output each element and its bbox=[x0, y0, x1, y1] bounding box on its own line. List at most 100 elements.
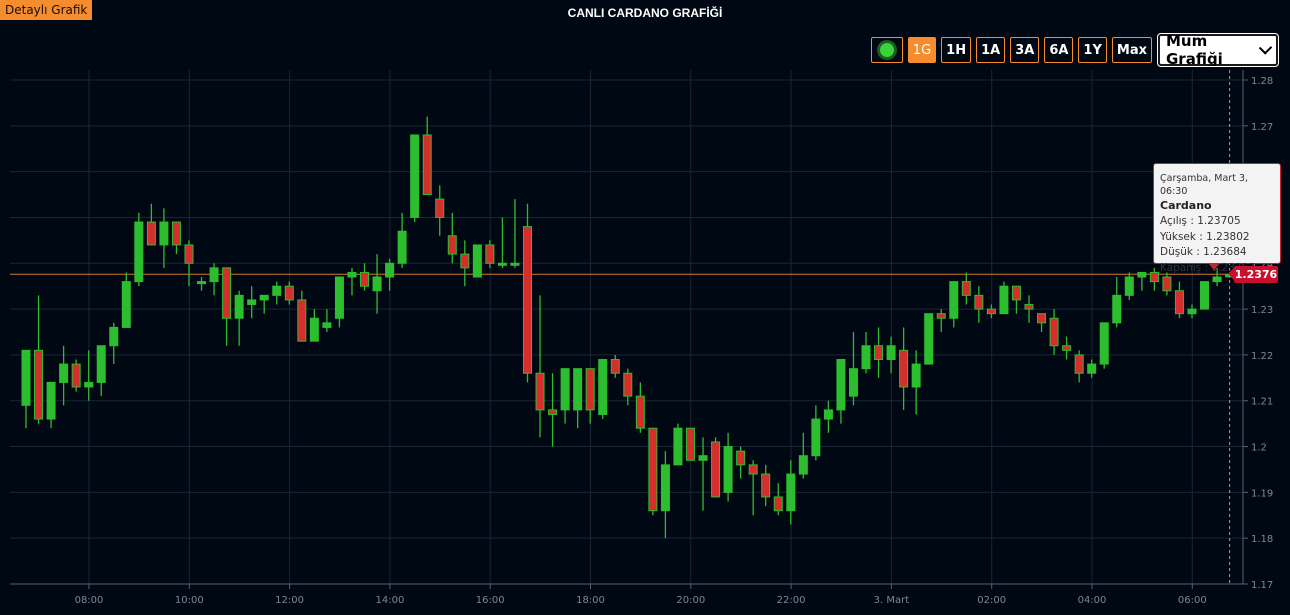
candle-body bbox=[360, 271, 370, 287]
range-button-max[interactable]: Max bbox=[1111, 37, 1152, 63]
candle-body bbox=[1137, 271, 1147, 278]
candle-body bbox=[936, 313, 946, 319]
x-tick-label: 18:00 bbox=[576, 595, 605, 606]
candle-body bbox=[924, 313, 934, 365]
candle-body bbox=[272, 285, 282, 296]
candle-body bbox=[1011, 285, 1021, 301]
candle-body bbox=[197, 281, 207, 285]
candle-body bbox=[109, 326, 119, 347]
candle-body bbox=[171, 221, 181, 246]
candle-body bbox=[372, 276, 382, 292]
candle-body bbox=[485, 244, 495, 264]
tooltip-open: Açılış : 1.23705 bbox=[1160, 215, 1241, 227]
x-tick-label: 02:00 bbox=[977, 595, 1006, 606]
range-button-6a[interactable]: 6A bbox=[1044, 37, 1074, 63]
x-tick-label: 08:00 bbox=[75, 595, 104, 606]
candle-body bbox=[1037, 313, 1047, 324]
range-button-1a[interactable]: 1A bbox=[976, 37, 1006, 63]
chart-widget: Detaylı Grafik CANLI CARDANO GRAFİĞİ 1.1… bbox=[0, 0, 1290, 615]
y-tick-label: 1.18 bbox=[1251, 534, 1273, 545]
y-tick-label: 1.23 bbox=[1251, 305, 1273, 316]
y-tick-label: 1.17 bbox=[1251, 580, 1273, 591]
candle-body bbox=[1162, 276, 1172, 292]
candle-body bbox=[773, 496, 783, 512]
candle-body bbox=[1200, 281, 1210, 310]
candle-body bbox=[1124, 276, 1134, 296]
candle-body bbox=[297, 299, 307, 342]
candle-body bbox=[748, 464, 758, 475]
candle-body bbox=[1112, 294, 1122, 324]
candle-body bbox=[284, 285, 294, 301]
candle-body bbox=[811, 418, 821, 457]
candle-body bbox=[84, 381, 94, 388]
x-tick-label: 3. Mart bbox=[874, 595, 910, 606]
candle-body bbox=[347, 271, 357, 278]
candle-body bbox=[635, 395, 645, 429]
x-tick-label: 20:00 bbox=[676, 595, 705, 606]
candle-body bbox=[685, 427, 695, 461]
candle-body bbox=[949, 281, 959, 319]
candle-body bbox=[259, 294, 269, 301]
candle-body bbox=[134, 221, 144, 283]
candle-body bbox=[1212, 276, 1222, 283]
candle-body bbox=[1087, 363, 1097, 374]
y-tick-label: 1.19 bbox=[1251, 488, 1273, 499]
candle-body bbox=[610, 358, 620, 374]
candle-body bbox=[999, 285, 1009, 315]
candle-body bbox=[723, 446, 733, 493]
candle-body bbox=[1187, 308, 1197, 315]
candle-body bbox=[34, 349, 44, 420]
candle-body bbox=[548, 409, 558, 415]
candle-body bbox=[535, 372, 545, 411]
candle-body bbox=[573, 368, 583, 411]
candle-body bbox=[159, 221, 169, 246]
candle-body bbox=[874, 345, 884, 360]
candle-body bbox=[673, 427, 683, 466]
candle-body bbox=[209, 267, 219, 283]
candle-body bbox=[623, 372, 633, 397]
candle-body bbox=[334, 276, 344, 319]
y-tick-label: 1.28 bbox=[1251, 76, 1273, 87]
candle-body bbox=[698, 455, 708, 461]
candle-body bbox=[46, 381, 56, 420]
candle-body bbox=[974, 294, 984, 310]
range-selector: 1G 1H 1A 3A 6A 1Y Max Mum Grafiği bbox=[870, 32, 1279, 68]
candle-body bbox=[410, 134, 420, 218]
range-button-1g[interactable]: 1G bbox=[907, 37, 937, 63]
candle-body bbox=[786, 473, 796, 512]
candle-body bbox=[121, 281, 131, 328]
range-button-1y[interactable]: 1Y bbox=[1078, 37, 1107, 63]
range-button-3a[interactable]: 3A bbox=[1010, 37, 1040, 63]
candle-body bbox=[309, 317, 319, 342]
x-tick-label: 04:00 bbox=[1078, 595, 1107, 606]
tooltip-name: Cardano bbox=[1160, 199, 1212, 212]
current-price-tag: 1.2376 bbox=[1228, 266, 1278, 283]
candle-body bbox=[1049, 317, 1059, 347]
chart-type-select[interactable]: Mum Grafiği bbox=[1157, 32, 1279, 68]
candlestick-chart[interactable]: 1.171.181.191.21.211.221.231.241.251.261… bbox=[0, 0, 1290, 615]
x-tick-label: 06:00 bbox=[1178, 595, 1207, 606]
candle-body bbox=[861, 345, 871, 370]
candle-body bbox=[660, 464, 670, 512]
candle-body bbox=[823, 409, 833, 420]
y-tick-label: 1.2 bbox=[1251, 443, 1267, 454]
candle-tooltip: Çarşamba, Mart 3, 06:30 Cardano Açılış :… bbox=[1153, 163, 1281, 274]
candle-body bbox=[247, 299, 257, 306]
candle-body bbox=[1024, 304, 1034, 310]
candle-body bbox=[911, 363, 921, 388]
candle-body bbox=[422, 134, 432, 196]
candle-body bbox=[848, 368, 858, 397]
y-tick-label: 1.27 bbox=[1251, 122, 1273, 133]
candle-body bbox=[560, 368, 570, 411]
x-tick-label: 22:00 bbox=[777, 595, 806, 606]
live-button[interactable] bbox=[870, 37, 903, 63]
tooltip-low: Düşük : 1.23684 bbox=[1160, 246, 1247, 258]
candle-body bbox=[761, 473, 771, 498]
tooltip-high: Yüksek : 1.23802 bbox=[1160, 230, 1250, 243]
y-tick-label: 1.21 bbox=[1251, 397, 1273, 408]
live-status-dot-icon bbox=[879, 43, 894, 57]
candle-body bbox=[1174, 290, 1184, 315]
candle-body bbox=[146, 221, 156, 246]
candle-body bbox=[1074, 354, 1084, 374]
range-button-1h[interactable]: 1H bbox=[941, 37, 972, 63]
